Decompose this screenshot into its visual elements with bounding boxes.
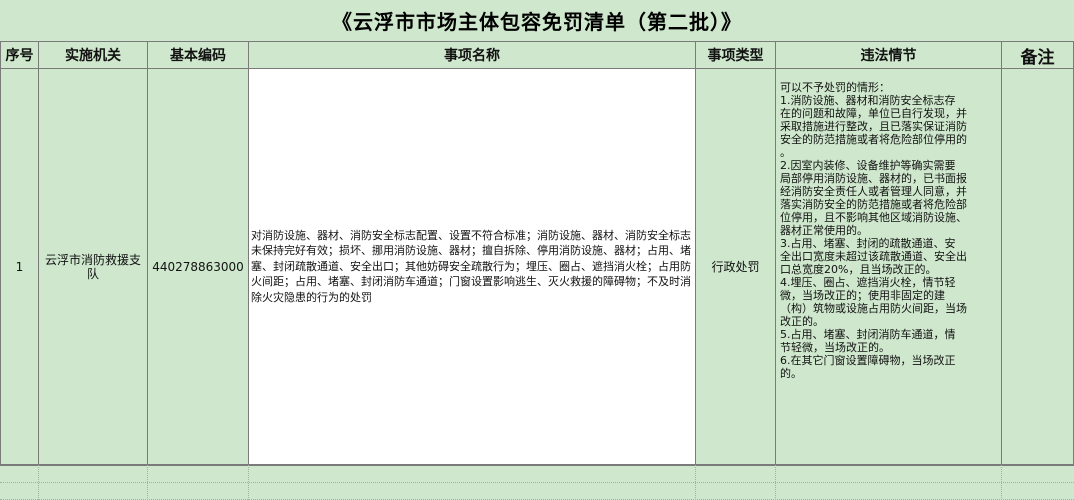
row-1-remark <box>1002 69 1074 465</box>
sheet-title: 《云浮市市场主体包容免罚清单（第二批）》 <box>0 0 1074 42</box>
violation-line: 全出口宽度未超过该疏散通道、安全出 <box>780 250 967 263</box>
violation-line: 局部停用消防设施、器材的，已书面报 <box>780 172 967 185</box>
header-agency: 实施机关 <box>39 42 148 69</box>
violation-line: 可以不予处罚的情形： <box>780 81 890 94</box>
header-violation: 违法情节 <box>776 42 1002 69</box>
violation-line: 节轻微，当场改正的。 <box>780 341 890 354</box>
violation-line: 安全的防范措施或者将危险部位停用的 <box>780 133 967 146</box>
violation-line: 改正的。 <box>780 315 824 328</box>
violation-line: 在的问题和故障，单位已自行发现，并 <box>780 107 967 120</box>
violation-line: 的。 <box>780 367 802 380</box>
row-1-matter: 对消防设施、器材、消防安全标志配置、设置不符合标准；消防设施、器材、消防安全标志… <box>249 69 696 465</box>
violation-line: 位停用，且不影响其他区域消防设施、 <box>780 211 967 224</box>
header-seq: 序号 <box>0 42 39 69</box>
header-remark: 备注 <box>1002 42 1074 69</box>
row-1-code: 440278863000 <box>148 69 249 465</box>
row-1-agency: 云浮市消防救援支队 <box>39 69 148 465</box>
violation-line: 。 <box>780 146 791 159</box>
empty-col-divider <box>0 465 1002 500</box>
violation-line: 微，当场改正的；使用非固定的建 <box>780 289 945 302</box>
violation-line: 4.埋压、圈占、遮挡消火栓，情节轻 <box>780 276 956 289</box>
violation-line: 采取措施进行整改，且已落实保证消防 <box>780 120 967 133</box>
violation-line: 1.消防设施、器材和消防安全标志存 <box>780 94 956 107</box>
violation-line: 5.占用、堵塞、封闭消防车通道，情 <box>780 328 956 341</box>
violation-line: （构）筑物或设施占用防火间距，当场 <box>780 302 967 315</box>
header-type: 事项类型 <box>696 42 776 69</box>
violation-line: 经消防安全责任人或者管理人同意，并 <box>780 185 967 198</box>
header-code: 基本编码 <box>148 42 249 69</box>
violation-line: 器材正常使用的。 <box>780 224 868 237</box>
row-1-violation: 可以不予处罚的情形： 1.消防设施、器材和消防安全标志存 在的问题和故障，单位已自行… <box>776 69 1002 465</box>
header-matter: 事项名称 <box>249 42 696 69</box>
row-1-seq: 1 <box>0 69 39 465</box>
spreadsheet: 《云浮市市场主体包容免罚清单（第二批）》 序号 实施机关 基本编码 事项名称 事… <box>0 0 1074 500</box>
violation-line: 3.占用、堵塞、封闭的疏散通道、安 <box>780 237 956 250</box>
row-1-type: 行政处罚 <box>696 69 776 465</box>
violation-line: 落实消防安全的防范措施或者将危险部 <box>780 198 967 211</box>
violation-line: 口总宽度20%，且当场改正的。 <box>780 263 937 276</box>
violation-line: 2.因室内装修、设备维护等确实需要 <box>780 159 956 172</box>
violation-line: 6.在其它门窗设置障碍物，当场改正 <box>780 354 956 367</box>
